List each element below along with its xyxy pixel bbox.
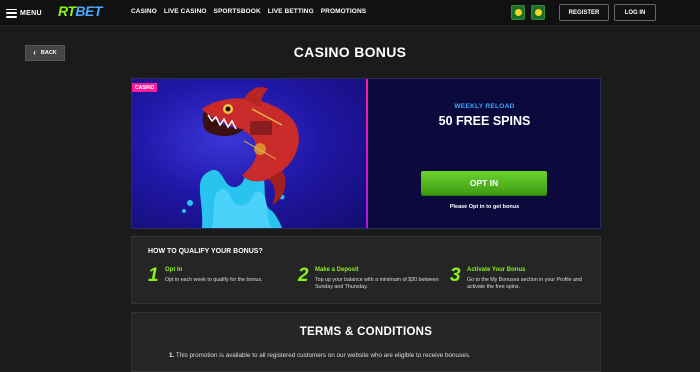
- step-description: Go to the My Bonuses section in your Pro…: [467, 277, 582, 291]
- step-number: 3: [450, 265, 461, 286]
- terms-section: TERMS & CONDITIONS 1. This promotion is …: [131, 312, 601, 372]
- terms-item-text: This promotion is available to all regis…: [175, 352, 471, 359]
- hamburger-icon: [6, 8, 17, 18]
- step-description: Top up your balance with a minimum of $3…: [315, 277, 439, 291]
- opt-in-note: Please Opt in to get bonus: [449, 204, 520, 210]
- casino-tag-badge: CASINO: [132, 83, 158, 92]
- promo-subtitle: WEEKLY RELOAD: [454, 103, 515, 110]
- region-flag-button[interactable]: [531, 5, 545, 20]
- register-button[interactable]: REGISTER: [559, 4, 609, 21]
- flag-icon: [534, 9, 542, 16]
- nav-live-casino[interactable]: LIVE CASINO: [164, 8, 207, 15]
- step-number: 2: [298, 265, 309, 286]
- terms-list-item: 1. This promotion is available to all re…: [169, 352, 471, 359]
- step-title: Activate Your Bonus: [467, 267, 526, 273]
- promo-card: CASINO WEEKLY RELOAD 50 FREE SPINS OPT I…: [131, 78, 601, 229]
- menu-label: MENU: [20, 9, 42, 17]
- flag-icon: [514, 9, 522, 16]
- promo-title: 50 FREE SPINS: [438, 114, 531, 128]
- language-flag-button[interactable]: [511, 5, 525, 20]
- site-logo[interactable]: RTBET: [58, 3, 102, 19]
- top-navigation-bar: MENU RTBET CASINO LIVE CASINO SPORTSBOOK…: [0, 0, 700, 26]
- qualify-title: HOW TO QUALIFY YOUR BONUS?: [148, 248, 263, 255]
- login-button[interactable]: LOG IN: [614, 4, 656, 21]
- page-title: CASINO BONUS: [293, 44, 407, 60]
- menu-button[interactable]: MENU: [6, 5, 44, 21]
- step-title: Make a Deposit: [315, 267, 359, 273]
- step-number: 1: [148, 265, 159, 286]
- terms-title: TERMS & CONDITIONS: [299, 326, 433, 338]
- opt-in-button[interactable]: OPT IN: [421, 171, 547, 195]
- qualify-section: HOW TO QUALIFY YOUR BONUS? 1 Opt In Opt …: [131, 236, 601, 304]
- step-description: Opt in each week to qualify for the bonu…: [165, 277, 263, 283]
- nav-promotions[interactable]: PROMOTIONS: [321, 8, 366, 15]
- nav-casino[interactable]: CASINO: [131, 8, 157, 15]
- promo-image: CASINO: [132, 79, 367, 228]
- promo-details: WEEKLY RELOAD 50 FREE SPINS OPT IN Pleas…: [368, 79, 601, 228]
- shark-illustration: [182, 87, 299, 228]
- nav-live-betting[interactable]: LIVE BETTING: [268, 8, 314, 15]
- nav-sportsbook[interactable]: SPORTSBOOK: [214, 8, 261, 15]
- terms-item-number: 1.: [169, 352, 175, 359]
- main-nav: CASINO LIVE CASINO SPORTSBOOK LIVE BETTI…: [131, 8, 366, 15]
- step-title: Opt In: [165, 267, 183, 273]
